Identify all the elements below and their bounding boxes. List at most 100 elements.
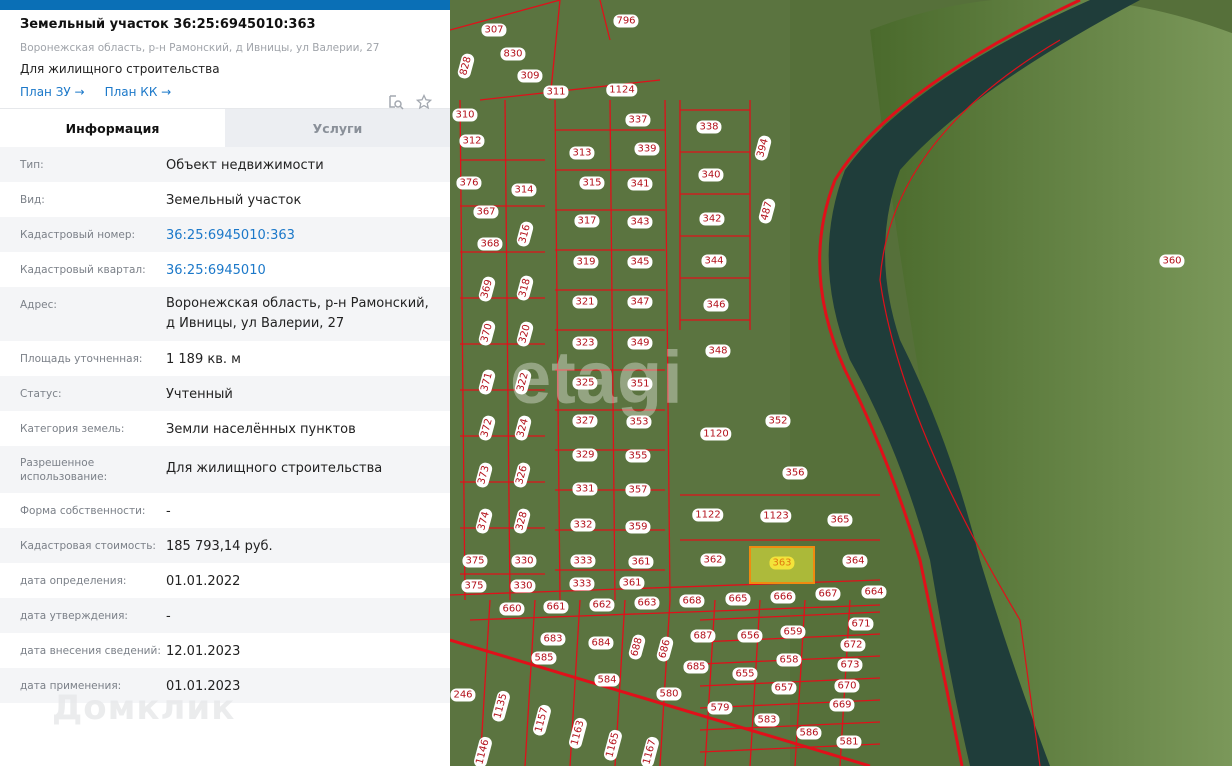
parcel-label-359[interactable]: 359 (625, 520, 651, 534)
parcel-label-361[interactable]: 361 (628, 555, 654, 569)
parcel-label-343[interactable]: 343 (627, 215, 653, 229)
parcel-label-340[interactable]: 340 (698, 168, 724, 182)
parcel-label-351[interactable]: 351 (627, 377, 653, 391)
parcel-label-333[interactable]: 333 (569, 577, 595, 591)
parcel-label-663[interactable]: 663 (634, 596, 660, 610)
parcel-label-314[interactable]: 314 (511, 183, 537, 197)
parcel-label-360[interactable]: 360 (1159, 254, 1185, 268)
parcel-label-673[interactable]: 673 (837, 658, 863, 672)
parcel-label-579[interactable]: 579 (707, 701, 733, 715)
parcel-label-830[interactable]: 830 (500, 47, 526, 61)
parcel-label-331[interactable]: 331 (572, 482, 598, 496)
parcel-label-1122[interactable]: 1122 (692, 508, 724, 522)
parcel-label-364[interactable]: 364 (842, 554, 868, 568)
parcel-label-367[interactable]: 367 (473, 205, 499, 219)
parcel-label-662[interactable]: 662 (589, 598, 615, 612)
parcel-label-586[interactable]: 586 (796, 726, 822, 740)
parcel-label-1123[interactable]: 1123 (760, 509, 792, 523)
parcel-label-656[interactable]: 656 (737, 629, 763, 643)
parcel-label-583[interactable]: 583 (754, 713, 780, 727)
parcel-label-341[interactable]: 341 (627, 177, 653, 191)
parcel-label-333[interactable]: 333 (570, 554, 596, 568)
parcel-label-581[interactable]: 581 (836, 735, 862, 749)
parcel-label-659[interactable]: 659 (780, 625, 806, 639)
parcel-label-362[interactable]: 362 (700, 553, 726, 567)
parcel-label-368[interactable]: 368 (477, 237, 503, 251)
parcel-label-655[interactable]: 655 (732, 667, 758, 681)
parcel-label-342[interactable]: 342 (699, 212, 725, 226)
parcel-label-319[interactable]: 319 (573, 255, 599, 269)
parcel-label-657[interactable]: 657 (771, 681, 797, 695)
search-document-icon[interactable] (388, 94, 404, 114)
parcel-label-661[interactable]: 661 (543, 600, 569, 614)
parcel-label-376[interactable]: 376 (456, 176, 482, 190)
parcel-label-321[interactable]: 321 (572, 295, 598, 309)
info-value[interactable]: 36:25:6945010:363 (166, 217, 430, 246)
tab-services[interactable]: Услуги (225, 109, 450, 147)
parcel-label-310[interactable]: 310 (452, 108, 478, 122)
parcel-label-1120[interactable]: 1120 (700, 427, 732, 441)
parcel-label-339[interactable]: 339 (634, 142, 660, 156)
parcel-label-355[interactable]: 355 (625, 449, 651, 463)
parcel-label-585[interactable]: 585 (531, 651, 557, 665)
parcel-label-363[interactable]: 363 (769, 556, 795, 570)
parcel-label-312[interactable]: 312 (459, 134, 485, 148)
parcel-label-315[interactable]: 315 (579, 176, 605, 190)
plan-zu-link[interactable]: План ЗУ → (20, 85, 85, 99)
parcel-label-670[interactable]: 670 (834, 679, 860, 693)
parcel-label-330[interactable]: 330 (511, 554, 537, 568)
parcel-label-580[interactable]: 580 (656, 687, 682, 701)
parcel-label-660[interactable]: 660 (499, 602, 525, 616)
parcel-label-357[interactable]: 357 (625, 483, 651, 497)
parcel-label-317[interactable]: 317 (574, 214, 600, 228)
parcel-label-338[interactable]: 338 (696, 120, 722, 134)
parcel-label-672[interactable]: 672 (840, 638, 866, 652)
parcel-label-658[interactable]: 658 (776, 653, 802, 667)
parcel-label-365[interactable]: 365 (827, 513, 853, 527)
parcel-label-684[interactable]: 684 (588, 636, 614, 650)
tab-info[interactable]: Информация (0, 109, 225, 147)
parcel-label-356[interactable]: 356 (782, 466, 808, 480)
parcel-label-311[interactable]: 311 (543, 85, 569, 99)
parcel-label-309[interactable]: 309 (517, 69, 543, 83)
parcel-label-330[interactable]: 330 (510, 579, 536, 593)
parcel-label-683[interactable]: 683 (540, 632, 566, 646)
parcel-label-337[interactable]: 337 (625, 113, 651, 127)
plan-kk-link[interactable]: План КК → (105, 85, 172, 99)
parcel-label-329[interactable]: 329 (572, 448, 598, 462)
parcel-label-796[interactable]: 796 (613, 14, 639, 28)
parcel-label-1124[interactable]: 1124 (606, 83, 638, 97)
parcel-label-313[interactable]: 313 (569, 146, 595, 160)
parcel-label-347[interactable]: 347 (627, 295, 653, 309)
parcel-label-584[interactable]: 584 (594, 673, 620, 687)
parcel-label-352[interactable]: 352 (765, 414, 791, 428)
cadastral-map[interactable]: etagi 796 307 830 828 309 311 1124 310 337 338 312… (450, 0, 1232, 766)
parcel-label-345[interactable]: 345 (627, 255, 653, 269)
parcel-label-667[interactable]: 667 (815, 587, 841, 601)
parcel-label-325[interactable]: 325 (572, 376, 598, 390)
parcel-label-353[interactable]: 353 (626, 415, 652, 429)
parcel-label-666[interactable]: 666 (770, 590, 796, 604)
info-value[interactable]: 36:25:6945010 (166, 252, 430, 281)
parcel-label-375[interactable]: 375 (462, 554, 488, 568)
parcel-label-344[interactable]: 344 (701, 254, 727, 268)
parcel-label-348[interactable]: 348 (705, 344, 731, 358)
parcel-label-346[interactable]: 346 (703, 298, 729, 312)
parcel-label-307[interactable]: 307 (481, 23, 507, 37)
parcel-label-664[interactable]: 664 (861, 585, 887, 599)
parcel-label-349[interactable]: 349 (627, 336, 653, 350)
parcel-label-332[interactable]: 332 (570, 518, 596, 532)
parcel-label-669[interactable]: 669 (829, 698, 855, 712)
parcel-label-685[interactable]: 685 (683, 660, 709, 674)
parcel-label-665[interactable]: 665 (725, 592, 751, 606)
parcel-label-327[interactable]: 327 (572, 414, 598, 428)
parcel-label-668[interactable]: 668 (679, 594, 705, 608)
parcel-label-375[interactable]: 375 (461, 579, 487, 593)
parcel-label-323[interactable]: 323 (572, 336, 598, 350)
star-icon[interactable] (415, 93, 433, 114)
parcel-label-246[interactable]: 246 (450, 688, 476, 702)
parcel-label-361[interactable]: 361 (619, 576, 645, 590)
parcel-label-671[interactable]: 671 (848, 617, 874, 631)
parcel-label-687[interactable]: 687 (690, 629, 716, 643)
info-row: Тип: Объект недвижимости (0, 147, 450, 182)
